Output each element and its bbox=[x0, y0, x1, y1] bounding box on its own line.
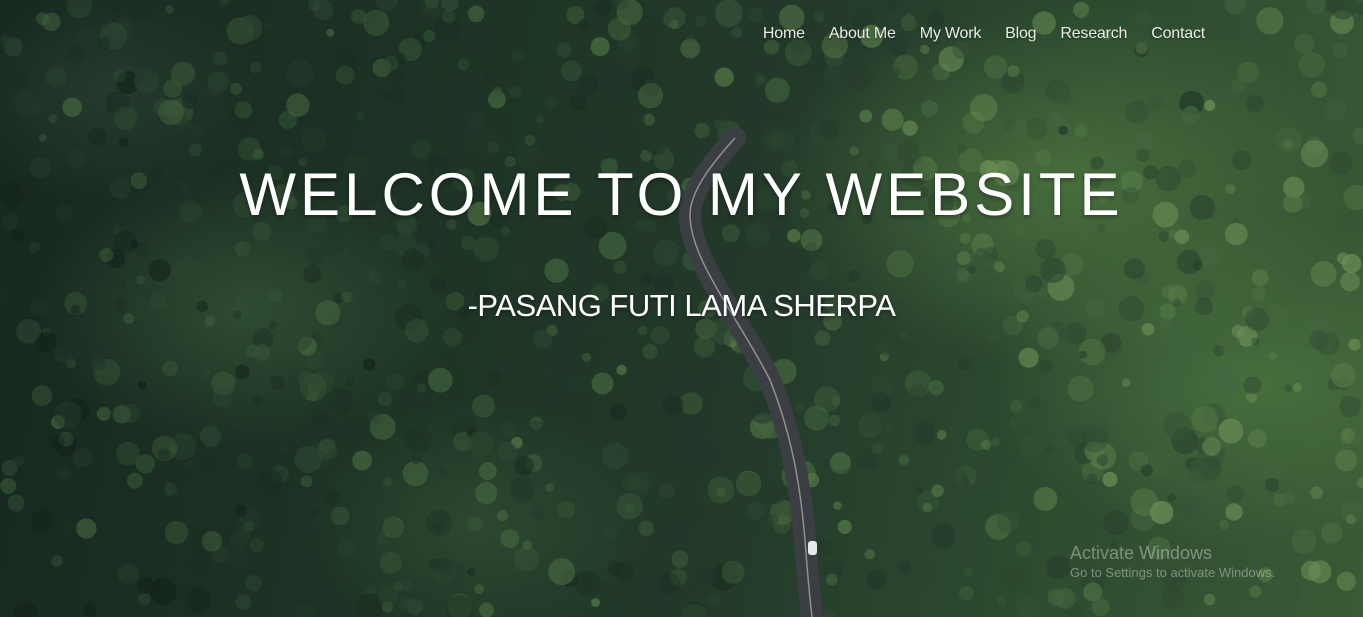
hero-title: WELCOME TO MY WEBSITE bbox=[239, 161, 1124, 228]
hero-section: Home About Me My Work Blog Research Cont… bbox=[0, 0, 1363, 617]
hero-subtitle: -PASANG FUTI LAMA SHERPA bbox=[467, 288, 896, 323]
activate-windows-subtitle: Go to Settings to activate Windows. bbox=[1070, 565, 1276, 580]
nav-home-link[interactable]: Home bbox=[751, 24, 817, 44]
car bbox=[808, 541, 817, 555]
activate-windows-title: Activate Windows bbox=[1070, 543, 1213, 563]
nav-contact-link[interactable]: Contact bbox=[1139, 24, 1217, 44]
nav-about-me-link[interactable]: About Me bbox=[817, 24, 908, 44]
activate-windows-watermark: Activate Windows Go to Settings to activ… bbox=[1070, 542, 1275, 582]
nav-research-link[interactable]: Research bbox=[1048, 24, 1139, 44]
nav-blog-link[interactable]: Blog bbox=[993, 24, 1048, 44]
main-nav: Home About Me My Work Blog Research Cont… bbox=[751, 24, 1217, 44]
nav-my-work-link[interactable]: My Work bbox=[908, 24, 993, 44]
